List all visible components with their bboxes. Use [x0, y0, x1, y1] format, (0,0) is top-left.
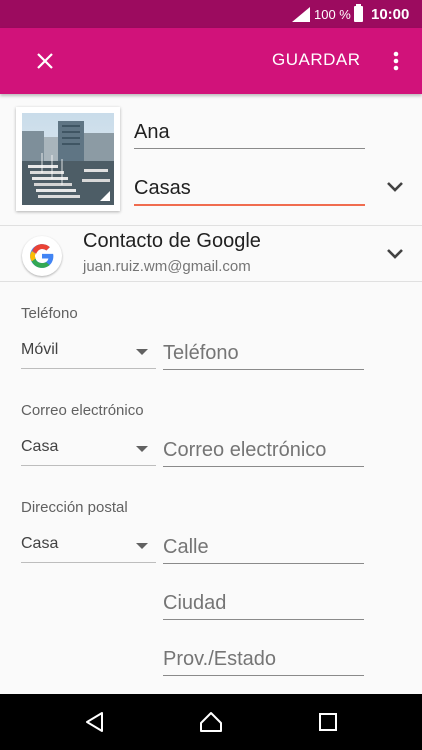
- state-input[interactable]: Prov./Estado: [163, 648, 276, 671]
- expand-name-button[interactable]: [383, 175, 407, 199]
- chevron-down-icon: [387, 182, 403, 192]
- select-underline: [21, 368, 156, 369]
- signal-icon: [292, 7, 310, 22]
- phone-input[interactable]: Teléfono: [163, 342, 239, 365]
- account-email: juan.ruiz.wm@gmail.com: [83, 258, 251, 275]
- battery-percentage: 100 %: [314, 7, 351, 22]
- email-section-label: Correo electrónico: [21, 402, 144, 419]
- email-type-select[interactable]: Casa: [21, 434, 156, 466]
- close-icon: [37, 53, 53, 69]
- address-section-label: Dirección postal: [21, 499, 128, 516]
- dropdown-arrow-icon: [136, 446, 148, 452]
- account-expand-button[interactable]: [383, 242, 407, 266]
- divider: [0, 281, 422, 282]
- state-input-underline: [163, 675, 364, 676]
- home-icon[interactable]: [199, 710, 223, 734]
- street-input-underline: [163, 563, 364, 564]
- account-title: Contacto de Google: [83, 230, 261, 252]
- first-name-underline: [134, 148, 365, 149]
- recent-apps-icon[interactable]: [316, 710, 340, 734]
- app-bar: GUARDAR: [0, 28, 422, 94]
- last-name-underline: [134, 204, 365, 206]
- account-selector[interactable]: Contacto de Google juan.ruiz.wm@gmail.co…: [0, 226, 422, 282]
- battery-icon: [354, 4, 363, 22]
- phone-input-underline: [163, 369, 364, 370]
- photo-edit-corner-icon: [100, 191, 110, 201]
- address-type-select[interactable]: Casa: [21, 531, 156, 563]
- email-type-value: Casa: [21, 438, 59, 455]
- status-bar: 100 % 10:00: [0, 0, 422, 28]
- more-options-button[interactable]: [386, 46, 406, 76]
- select-underline: [21, 465, 156, 466]
- google-logo-icon: [22, 236, 62, 276]
- contact-photo[interactable]: [16, 107, 120, 211]
- dropdown-arrow-icon: [136, 349, 148, 355]
- city-input-underline: [163, 619, 364, 620]
- more-vert-icon: [393, 51, 399, 71]
- phone-section-label: Teléfono: [21, 305, 78, 322]
- email-input-underline: [163, 466, 364, 467]
- chevron-down-icon: [387, 249, 403, 259]
- phone-type-select[interactable]: Móvil: [21, 337, 156, 369]
- phone-type-value: Móvil: [21, 341, 59, 358]
- email-input[interactable]: Correo electrónico: [163, 439, 326, 462]
- navigation-bar: [0, 694, 422, 750]
- close-button[interactable]: [30, 46, 60, 76]
- dropdown-arrow-icon: [136, 543, 148, 549]
- city-input[interactable]: Ciudad: [163, 592, 226, 615]
- back-icon[interactable]: [83, 710, 107, 734]
- contact-photo-image: [22, 113, 114, 205]
- address-type-value: Casa: [21, 535, 59, 552]
- last-name-field[interactable]: Casas: [134, 177, 191, 200]
- clock: 10:00: [371, 6, 410, 23]
- save-button[interactable]: GUARDAR: [272, 50, 361, 70]
- first-name-field[interactable]: Ana: [134, 121, 170, 144]
- select-underline: [21, 562, 156, 563]
- street-input[interactable]: Calle: [163, 536, 209, 559]
